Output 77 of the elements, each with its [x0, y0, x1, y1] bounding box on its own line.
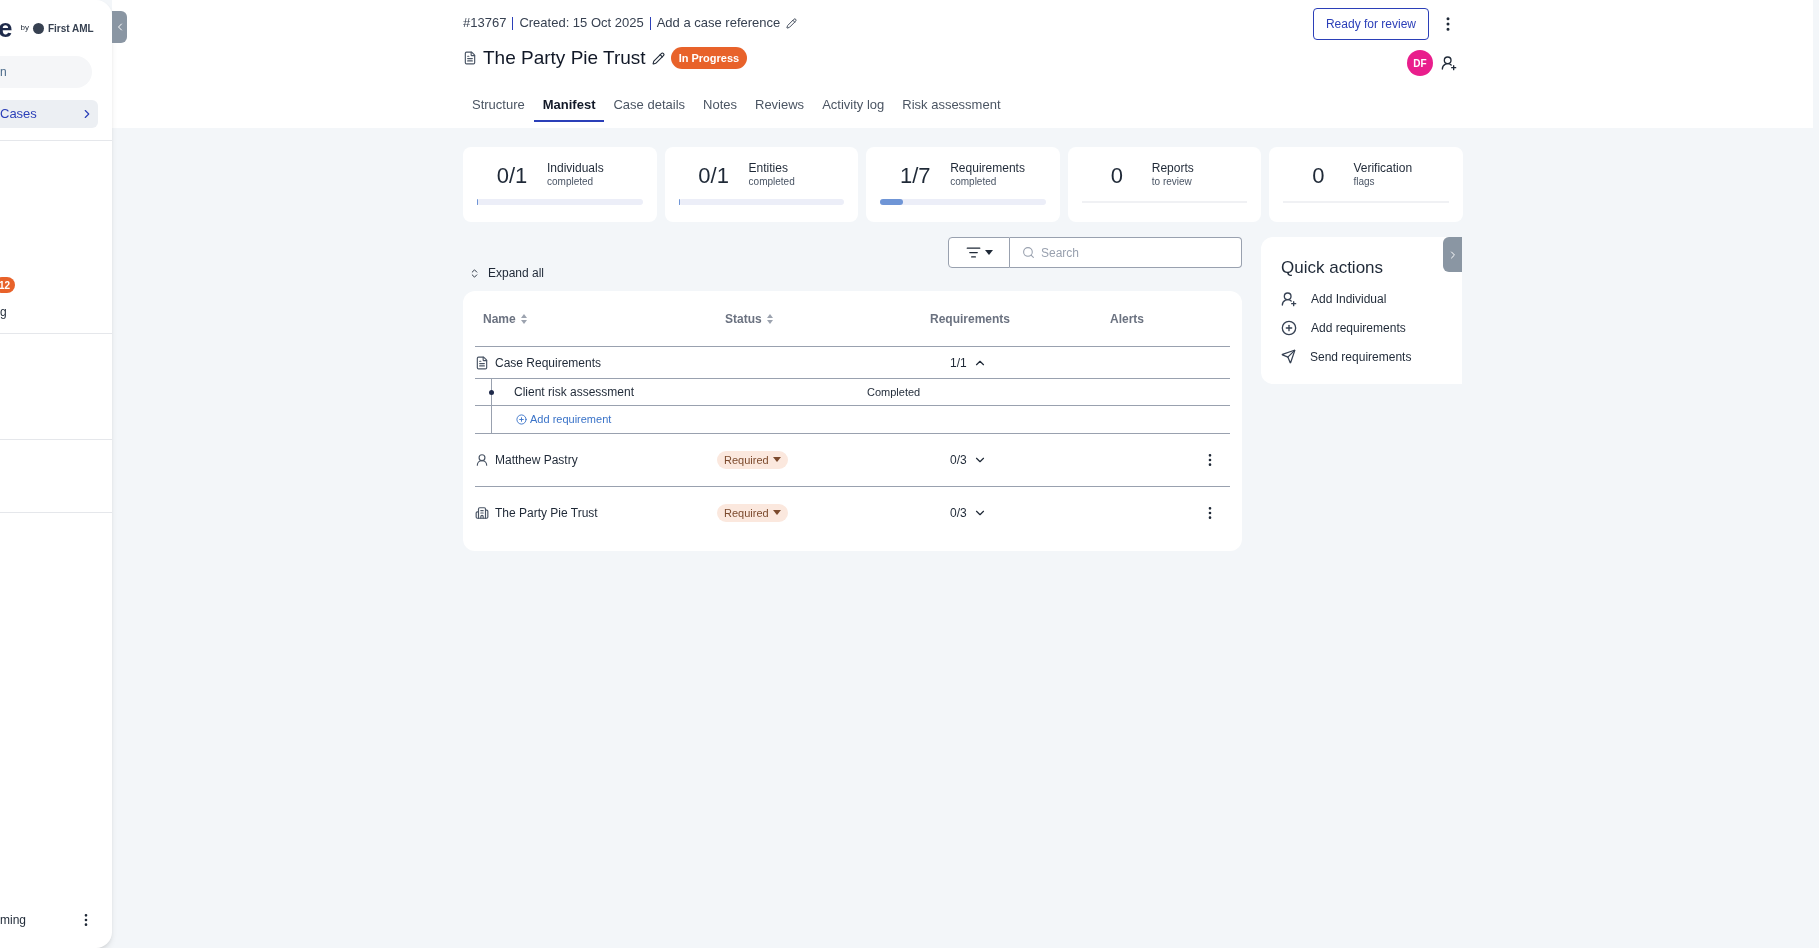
edit-icon[interactable] — [651, 51, 665, 65]
stat-label: Requirements — [950, 161, 1025, 177]
row-name: The Party Pie Trust — [495, 505, 598, 522]
tab[interactable]: Case details — [604, 89, 695, 122]
caret-icon — [772, 510, 781, 516]
quick-action[interactable]: Add requirements — [1281, 318, 1442, 337]
tab[interactable]: Structure — [463, 89, 534, 122]
stat-value: 1/7 — [899, 161, 931, 190]
quick-action[interactable]: Send requirements — [1281, 347, 1442, 366]
add-person-icon — [1281, 290, 1297, 307]
stat-sublabel: completed — [748, 176, 795, 189]
stat-sublabel: to review — [1151, 176, 1193, 189]
filter-button[interactable] — [948, 237, 1010, 268]
logo-by-text: by — [20, 22, 29, 34]
stat-value: 0/1 — [698, 161, 729, 190]
user-name: ming — [0, 912, 26, 929]
document-icon — [475, 355, 489, 370]
user-avatar[interactable]: DF — [1407, 50, 1433, 76]
column-header[interactable]: Status — [725, 309, 762, 328]
status-dropdown[interactable]: Required — [717, 451, 788, 469]
case-number: #13767 — [463, 14, 507, 33]
add-circle-icon — [1281, 319, 1297, 336]
sidebar-item[interactable]: Cases — [0, 100, 98, 128]
caret-icon — [772, 457, 781, 463]
stat-value: 0 — [1312, 161, 1325, 190]
logo-mark-icon — [32, 22, 44, 34]
tab[interactable]: Notes — [694, 89, 746, 122]
stat-label: Entities — [748, 161, 789, 177]
collapse-sidebar-button[interactable] — [112, 11, 127, 43]
status-dropdown[interactable]: Required — [717, 504, 788, 522]
search-icon — [1022, 246, 1035, 259]
stat-sublabel: flags — [1353, 176, 1376, 189]
logo-brand-text: First AML — [47, 21, 94, 36]
status-badge: In Progress — [670, 46, 748, 70]
requirements-count: 0/3 — [950, 452, 967, 469]
created-date: Created: 15 Oct 2025 — [519, 14, 644, 33]
requirements-count: 0/3 — [950, 505, 967, 522]
add-requirement-link[interactable]: Add requirement — [516, 411, 612, 428]
tab[interactable]: Risk assessment — [893, 89, 1010, 122]
add-person-icon[interactable] — [1441, 55, 1457, 71]
expand-collapse-icon — [469, 267, 480, 279]
sidebar-item[interactable]: g — [0, 303, 112, 321]
column-header: Alerts — [1110, 310, 1144, 328]
stat-value: 0 — [1110, 161, 1123, 190]
send-icon — [1281, 349, 1296, 364]
panel-title: Quick actions — [1281, 257, 1385, 279]
stat-label: Individuals — [547, 161, 604, 177]
stat-label: Verification — [1353, 161, 1413, 177]
requirements-count: 1/1 — [950, 354, 967, 372]
expand-all-button[interactable]: Expand all — [469, 264, 545, 282]
ready-for-review-button[interactable]: Ready for review — [1312, 8, 1429, 40]
add-circle-icon — [516, 414, 527, 425]
person-icon — [475, 453, 489, 467]
filter-icon — [965, 245, 981, 260]
requirement-name: Client risk assessment — [514, 384, 636, 401]
quick-action[interactable]: Add Individual — [1281, 289, 1442, 308]
bullet-icon — [489, 389, 494, 395]
column-header[interactable]: Name — [483, 309, 516, 328]
requirement-status: Completed — [867, 384, 921, 400]
search-field[interactable]: n — [0, 56, 92, 88]
stat-sublabel: completed — [547, 176, 595, 189]
row-name: Matthew Pastry — [495, 452, 578, 469]
caret-icon — [984, 249, 993, 256]
tab[interactable]: Activity log — [813, 89, 894, 122]
document-icon — [463, 51, 477, 65]
stat-value: 0/1 — [496, 161, 528, 190]
tab[interactable]: Manifest — [533, 89, 605, 122]
building-icon — [475, 506, 489, 520]
search-field[interactable]: Search — [1010, 237, 1242, 268]
notification-badge: 12 — [0, 277, 16, 293]
stat-sublabel: completed — [950, 176, 998, 189]
row-name: Case Requirements — [495, 354, 602, 372]
column-header: Requirements — [930, 310, 1011, 328]
case-title: The Party Pie Trust — [483, 45, 646, 70]
tab[interactable]: Reviews — [746, 89, 814, 122]
add-reference-link[interactable]: Add a case reference — [656, 13, 781, 33]
stat-label: Reports — [1151, 161, 1194, 177]
